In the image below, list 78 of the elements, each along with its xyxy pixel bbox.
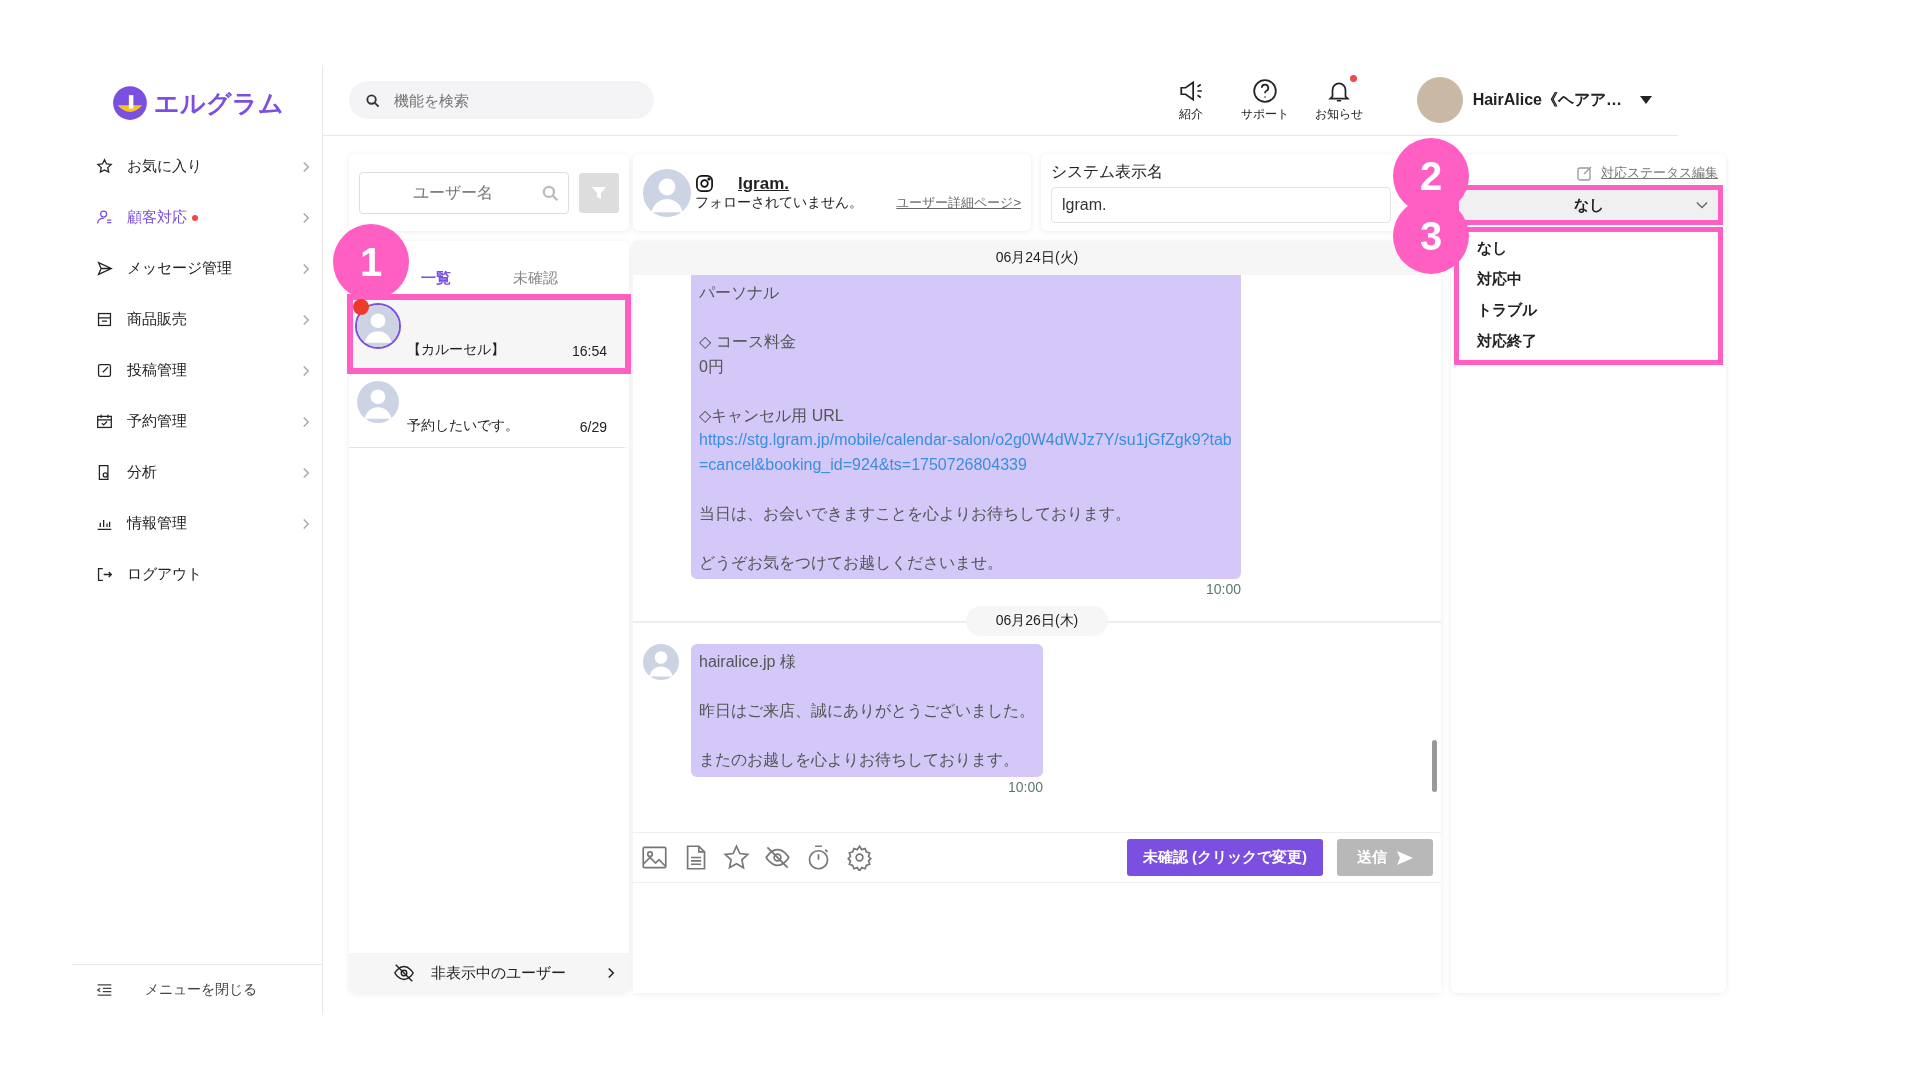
avatar-placeholder-icon xyxy=(357,304,399,347)
collapse-menu-link[interactable]: メニューを閉じる xyxy=(145,981,257,999)
read-status-button[interactable]: 未確認 (クリックで変更) xyxy=(1126,839,1323,876)
user-detail-link[interactable]: ユーザー詳細ページ> xyxy=(896,193,1021,212)
conversation-item[interactable]: 【カルーセル】 16:54 xyxy=(349,296,629,372)
conversation-item[interactable]: 予約したいです。 6/29 xyxy=(349,372,629,448)
person-icon xyxy=(96,209,113,226)
eye-slash-icon xyxy=(393,962,415,984)
chevron-down-icon xyxy=(1696,201,1708,209)
search-icon xyxy=(365,93,380,108)
header-nav-button[interactable]: お知らせ xyxy=(1310,77,1367,123)
user-menu[interactable]: HairAlice《ヘアア… xyxy=(1416,77,1652,123)
system-name-field[interactable]: lgram. xyxy=(1051,187,1391,223)
message-time: 6/29 xyxy=(579,419,607,435)
username-link[interactable]: lgram. xyxy=(738,173,790,194)
avatar-placeholder-icon xyxy=(357,380,399,423)
username-search-field[interactable]: ユーザー名 xyxy=(359,171,569,214)
search-icon xyxy=(541,183,559,202)
message-preview: 【カルーセル】 xyxy=(407,341,505,359)
camera-icon xyxy=(695,174,714,193)
message-time: 10:00 xyxy=(1007,778,1043,795)
edit-icon xyxy=(96,362,113,379)
sidebar-item[interactable]: ログアウト xyxy=(72,549,322,600)
sidebar-item[interactable]: 商品販売 xyxy=(72,294,322,345)
message-text: ◇キャンセル用 URL xyxy=(699,405,845,426)
header-nav-button[interactable]: 紹介 xyxy=(1162,77,1219,123)
image-icon[interactable] xyxy=(641,844,668,871)
search-field[interactable]: 機能を検索 xyxy=(349,81,654,119)
help-icon xyxy=(1251,77,1278,104)
send-icon xyxy=(1397,850,1413,865)
sidebar-item[interactable]: 予約管理 xyxy=(72,396,322,447)
message-text: 0円 xyxy=(699,356,725,377)
message-preview: 予約したいです。 xyxy=(407,417,519,435)
dropdown-option[interactable]: なし xyxy=(1477,232,1507,263)
header-nav-button[interactable]: サポート xyxy=(1236,77,1293,123)
hidden-users-button[interactable]: 非表示中のユーザー xyxy=(349,953,629,993)
message-text: またのお越しを心よりお待ちしております。 xyxy=(699,750,1020,770)
eye-slash-icon[interactable] xyxy=(764,844,791,871)
message-time: 16:54 xyxy=(571,343,607,359)
sidebar-item[interactable]: 情報管理 xyxy=(72,498,322,549)
filter-icon xyxy=(591,184,607,201)
star-icon[interactable] xyxy=(723,844,750,871)
message-text: ◇ コース料金 xyxy=(699,332,797,352)
message-text: どうぞお気をつけてお越しくださいませ。 xyxy=(699,552,1004,573)
follow-status: フォローされていません。 xyxy=(695,193,863,212)
calendar-icon xyxy=(96,413,113,430)
star-icon xyxy=(96,158,113,175)
send-icon xyxy=(96,260,113,277)
scrollbar[interactable] xyxy=(1432,740,1437,792)
sidebar-item[interactable]: 顧客対応 xyxy=(72,192,322,243)
dropdown-option[interactable]: 対応中 xyxy=(1477,263,1522,294)
avatar-placeholder-icon xyxy=(643,644,679,680)
field-label: システム表示名 xyxy=(1051,162,1164,182)
status-edit-link[interactable]: 対応ステータス編集 xyxy=(1577,164,1718,182)
message-text: 昨日はご来店、誠にありがとうございました。 xyxy=(699,701,1035,721)
logo-text: エルグラム xyxy=(154,87,284,119)
message-text: 当日は、お会いできますことを心よりお待ちしております。 xyxy=(699,503,1132,524)
caret-icon xyxy=(1640,96,1652,104)
menu-collapse-icon[interactable] xyxy=(96,983,113,997)
message-time: 10:00 xyxy=(1205,581,1241,597)
sidebar-item[interactable]: 分析 xyxy=(72,447,322,498)
settings-icon[interactable] xyxy=(846,844,873,871)
logout-icon xyxy=(96,566,113,583)
avatar-photo-placeholder xyxy=(1416,77,1463,123)
logo-icon xyxy=(112,85,148,121)
dropdown-option[interactable]: 対応終了 xyxy=(1477,325,1537,356)
avatar-placeholder-icon xyxy=(643,168,691,217)
sidebar-item[interactable]: メッセージ管理 xyxy=(72,243,322,294)
chevron-icon xyxy=(607,967,615,979)
date-separator: 06月26日(木) xyxy=(965,606,1109,636)
sidebar-item[interactable]: 投稿管理 xyxy=(72,345,322,396)
list-tab[interactable]: 未確認 xyxy=(496,269,574,296)
edit-icon xyxy=(1577,165,1593,181)
dropdown-option[interactable]: トラブル xyxy=(1477,294,1537,325)
sidebar-item[interactable]: お気に入り xyxy=(72,141,322,192)
annotation-number: 1 xyxy=(333,224,409,300)
message-text: パーソナル xyxy=(699,283,780,303)
message-text: hairalice.jp 様 xyxy=(699,652,797,672)
